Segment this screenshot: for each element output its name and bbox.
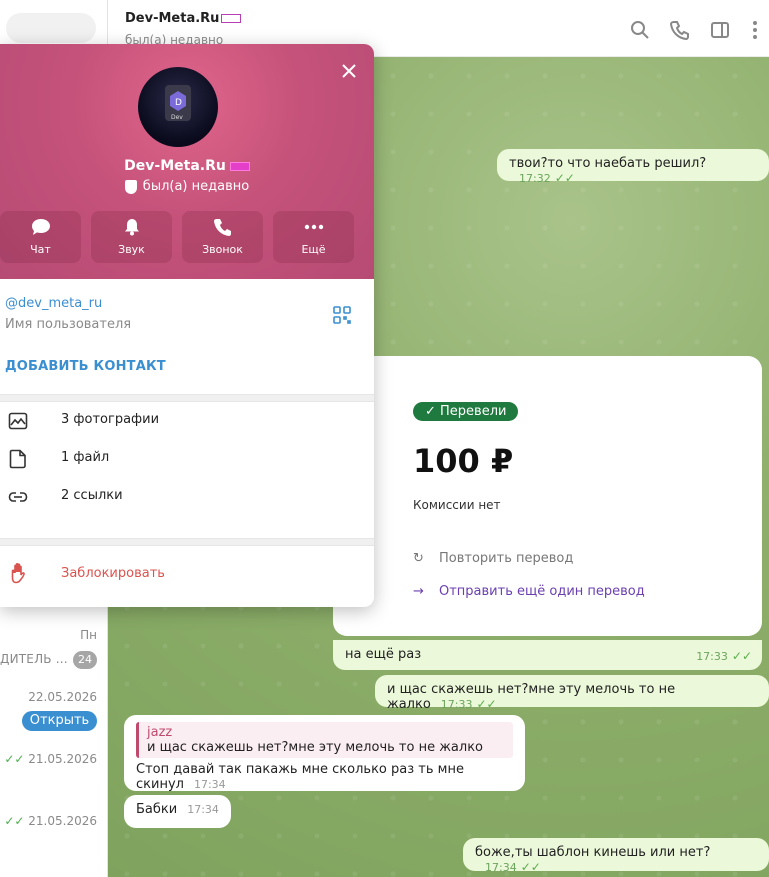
message-bubble[interactable]: на ещё раз 17:33 ✓✓ bbox=[333, 640, 762, 670]
phone-icon bbox=[213, 219, 231, 236]
bell-icon bbox=[124, 219, 139, 236]
chat-button[interactable]: Чат bbox=[0, 211, 81, 263]
shared-media-list: 3 фотографии 1 файл 2 ссылки bbox=[0, 402, 374, 538]
read-checks-icon: ✓✓ bbox=[4, 814, 25, 828]
payment-status-badge: ✓ Перевели bbox=[413, 402, 519, 421]
hand-stop-icon bbox=[11, 562, 25, 584]
repeat-transfer-link[interactable]: ↻ Повторить перевод bbox=[413, 551, 573, 566]
read-checks-icon: ✓✓ bbox=[554, 171, 575, 185]
dev-logo-icon: D Dev bbox=[165, 85, 191, 121]
username-link[interactable]: @dev_meta_ru bbox=[5, 296, 102, 311]
more-button[interactable]: Ещё bbox=[273, 211, 354, 263]
profile-actions: Чат Звук Звонок Ещё bbox=[0, 211, 374, 263]
qr-code-icon[interactable] bbox=[333, 306, 351, 324]
more-vertical-icon[interactable] bbox=[745, 20, 765, 40]
close-icon[interactable] bbox=[338, 60, 360, 82]
payment-card[interactable]: ✓ Перевели 100 ₽ Комиссии нет ↻ Повторить… bbox=[333, 356, 762, 636]
file-icon bbox=[9, 449, 26, 469]
read-checks-icon: ✓✓ bbox=[520, 860, 541, 874]
profile-status: был(а) недавно bbox=[0, 179, 374, 194]
payment-amount: 100 ₽ bbox=[413, 442, 514, 480]
search-icon[interactable] bbox=[630, 20, 650, 40]
svg-text:Dev: Dev bbox=[171, 114, 183, 121]
chat-row-date: 22.05.2026 bbox=[28, 690, 97, 704]
message-bubble[interactable]: боже,ты шаблон кинешь или нет?17:34 ✓✓ bbox=[463, 838, 769, 874]
chat-row-snippet: ДИТЕЛЬ ... bbox=[0, 652, 68, 666]
message-bubble[interactable]: Бабки 17:34 bbox=[124, 795, 231, 828]
media-photos-row[interactable]: 3 фотографии bbox=[0, 402, 374, 440]
section-divider bbox=[0, 538, 374, 546]
read-checks-icon: ✓✓ bbox=[4, 752, 25, 766]
sidebar-toggle-icon[interactable] bbox=[710, 20, 730, 40]
photo-icon bbox=[8, 412, 28, 430]
chat-row-date: ✓✓ 21.05.2026 bbox=[4, 814, 97, 828]
message-bubble[interactable]: jazz и щас скажешь нет?мне эту мелочь то… bbox=[124, 715, 525, 792]
link-icon bbox=[8, 492, 28, 502]
open-button[interactable]: Открыть bbox=[22, 711, 97, 731]
profile-info: @dev_meta_ru Имя пользователя ДОБАВИТЬ К… bbox=[0, 279, 374, 394]
arrow-right-icon: → bbox=[413, 584, 424, 599]
media-files-row[interactable]: 1 файл bbox=[0, 440, 374, 478]
section-divider bbox=[0, 394, 374, 402]
message-bubble[interactable]: и щас скажешь нет?мне эту мелочь то не ж… bbox=[375, 675, 769, 712]
profile-name: Dev-Meta.Ru bbox=[0, 158, 374, 174]
profile-card: D Dev Dev-Meta.Ru был(а) недавно Чат Зву… bbox=[0, 44, 374, 607]
chat-title[interactable]: Dev-Meta.Ru bbox=[125, 11, 242, 26]
block-user-row[interactable]: Заблокировать bbox=[0, 546, 374, 607]
send-again-link[interactable]: → Отправить ещё один перевод bbox=[413, 584, 645, 599]
chat-row-date: ✓✓ 21.05.2026 bbox=[4, 752, 97, 766]
unread-badge: 24 bbox=[73, 651, 97, 669]
media-links-row[interactable]: 2 ссылки bbox=[0, 478, 374, 516]
call-button[interactable]: Звонок bbox=[182, 211, 263, 263]
shield-icon bbox=[124, 179, 137, 194]
chat-bubble-icon bbox=[31, 219, 50, 235]
svg-text:D: D bbox=[175, 98, 182, 108]
repeat-icon: ↻ bbox=[413, 551, 424, 566]
avatar[interactable]: D Dev bbox=[138, 67, 218, 147]
chat-row-date: Пн bbox=[80, 628, 97, 642]
read-checks-icon: ✓✓ bbox=[731, 649, 752, 663]
phone-icon[interactable] bbox=[670, 20, 690, 40]
more-dots-icon bbox=[304, 224, 323, 230]
read-checks-icon: ✓✓ bbox=[476, 697, 497, 711]
profile-header: D Dev Dev-Meta.Ru был(а) недавно Чат Зву… bbox=[0, 44, 374, 279]
sound-button[interactable]: Звук bbox=[91, 211, 172, 263]
username-label: Имя пользователя bbox=[5, 317, 132, 332]
payment-fee: Комиссии нет bbox=[413, 498, 501, 512]
owner-tag-icon bbox=[229, 161, 250, 171]
add-contact-button[interactable]: ДОБАВИТЬ КОНТАКТ bbox=[5, 359, 166, 374]
search-field[interactable] bbox=[6, 13, 96, 43]
owner-tag-icon bbox=[221, 14, 242, 23]
message-bubble[interactable]: твои?то что наебать решил?17:32 ✓✓ bbox=[497, 149, 769, 185]
reply-quote[interactable]: jazz и щас скажешь нет?мне эту мелочь то… bbox=[136, 722, 513, 758]
